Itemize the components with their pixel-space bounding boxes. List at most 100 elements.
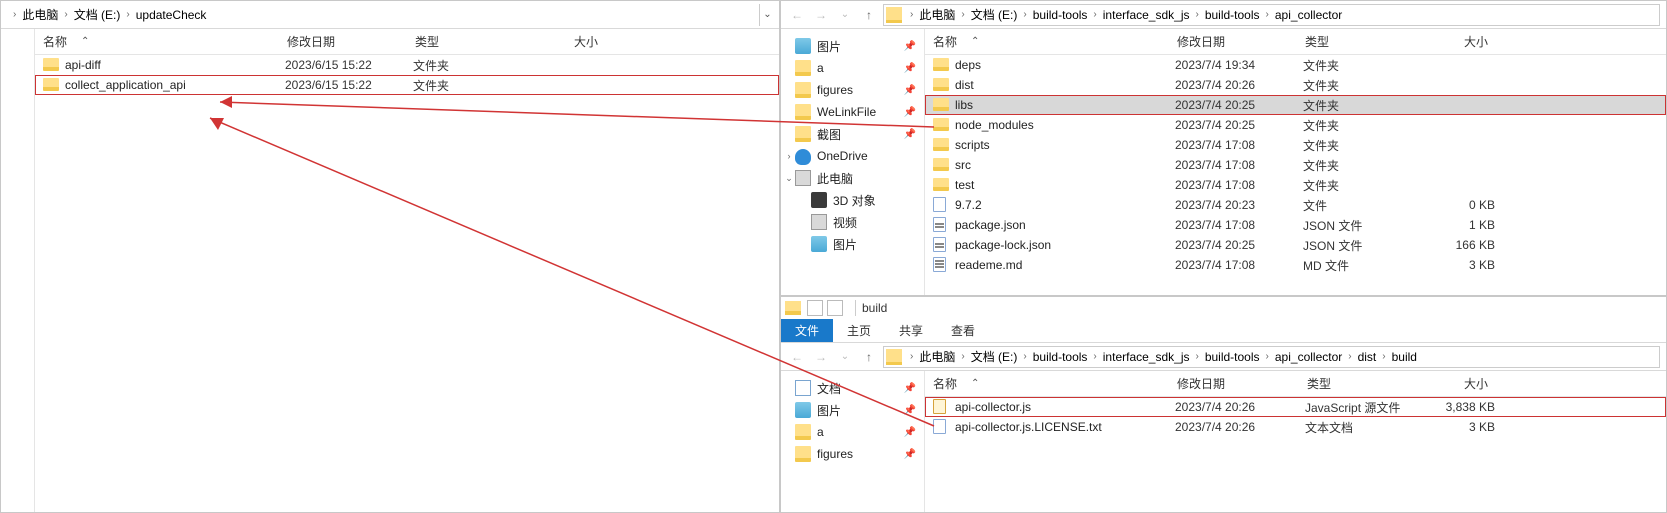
column-header-name[interactable]: 名称 ⌃ [925,371,1169,396]
nav-forward-button[interactable]: → [809,3,833,27]
breadcrumb-segment[interactable]: 此电脑 [20,6,60,23]
chevron-right-icon: › [957,351,968,362]
tree-item-label: 3D 对象 [833,192,876,209]
nav-back-button[interactable]: ← [785,3,809,27]
column-header-name[interactable]: 名称 ⌃ [35,29,279,54]
file-row[interactable]: 9.7.22023/7/4 20:23文件0 KB [925,195,1666,215]
address-bar: › 此电脑 › 文档 (E:) › updateCheck ⌄ [1,1,779,29]
nav-recent-button[interactable]: ⌄ [833,3,857,27]
title-bar: build [781,297,1666,319]
breadcrumb-segment[interactable]: 文档 (E:) [969,348,1020,365]
breadcrumb-segment[interactable]: build [1390,350,1419,364]
breadcrumb-segment[interactable]: updateCheck [134,8,209,22]
breadcrumb-segment[interactable]: api_collector [1273,350,1344,364]
file-row[interactable]: libs2023/7/4 20:25文件夹 [925,95,1666,115]
breadcrumb-segment[interactable]: 文档 (E:) [72,6,123,23]
folder-icon [933,97,949,113]
column-header-size[interactable]: 大小 [1407,29,1497,54]
file-date: 2023/7/4 20:25 [1175,118,1303,132]
file-row[interactable]: reademe.md2023/7/4 17:08MD 文件3 KB [925,255,1666,275]
qat-button[interactable] [807,300,823,316]
file-row[interactable]: node_modules2023/7/4 20:25文件夹 [925,115,1666,135]
tree-item[interactable]: ›OneDrive [781,145,924,167]
tree-item[interactable]: 3D 对象 [781,189,924,211]
breadcrumb-segment[interactable]: build-tools [1203,350,1262,364]
nav-forward-button[interactable]: → [809,345,833,369]
file-type: 文件夹 [413,77,523,94]
chevron-right-icon: › [1262,9,1273,20]
breadcrumb-segment[interactable]: interface_sdk_js [1101,8,1192,22]
tree-item[interactable]: 视频 [781,211,924,233]
column-header-size[interactable]: 大小 [517,29,607,54]
ribbon-tab-view[interactable]: 查看 [937,319,989,342]
breadcrumb-segment[interactable]: dist [1356,350,1379,364]
file-row[interactable]: package.json2023/7/4 17:08JSON 文件1 KB [925,215,1666,235]
file-row[interactable]: api-diff2023/6/15 15:22文件夹 [35,55,779,75]
breadcrumb-segment[interactable]: build-tools [1203,8,1262,22]
breadcrumb-segment[interactable]: build-tools [1031,8,1090,22]
tree-item[interactable]: WeLinkFile📌 [781,101,924,123]
column-header-type[interactable]: 类型 [407,29,517,54]
file-type: 文件 [1303,197,1413,214]
file-row[interactable]: deps2023/7/4 19:34文件夹 [925,55,1666,75]
tree-item[interactable]: 图片📌 [781,35,924,57]
breadcrumb-segment[interactable]: interface_sdk_js [1101,350,1192,364]
column-header-date[interactable]: 修改日期 [1169,371,1299,396]
address-bar: ← → ⌄ ↑ › 此电脑 › 文档 (E:) › build-tools › … [781,343,1666,371]
breadcrumb-segment[interactable]: 此电脑 [917,348,957,365]
folder-icon [933,117,949,133]
file-row[interactable]: scripts2023/7/4 17:08文件夹 [925,135,1666,155]
tree-item[interactable]: 文档📌 [781,377,924,399]
file-row[interactable]: package-lock.json2023/7/4 20:25JSON 文件16… [925,235,1666,255]
tree-item[interactable]: 图片📌 [781,399,924,421]
file-name: api-collector.js.LICENSE.txt [955,420,1175,434]
column-header-name[interactable]: 名称 ⌃ [925,29,1169,54]
separator [855,300,856,316]
breadcrumb-bar[interactable]: › 此电脑 › 文档 (E:) › build-tools › interfac… [883,4,1660,26]
nav-recent-button[interactable]: ⌄ [833,345,857,369]
address-dropdown-button[interactable]: ⌄ [759,4,775,26]
column-header-type[interactable]: 类型 [1299,371,1417,396]
file-date: 2023/7/4 17:08 [1175,178,1303,192]
file-row[interactable]: collect_application_api2023/6/15 15:22文件… [35,75,779,95]
explorer-window-bottom-right: build 文件 主页 共享 查看 ← → ⌄ ↑ › 此电脑 › 文档 (E:… [780,296,1667,513]
breadcrumb-bar[interactable]: › 此电脑 › 文档 (E:) › updateCheck [7,4,757,26]
pin-icon: 📌 [904,427,916,438]
breadcrumb-segment[interactable]: build-tools [1031,350,1090,364]
expander-icon[interactable]: › [783,151,795,161]
nav-up-button[interactable]: ↑ [857,345,881,369]
file-row[interactable]: test2023/7/4 17:08文件夹 [925,175,1666,195]
tree-item[interactable]: 图片 [781,233,924,255]
tree-item[interactable]: figures📌 [781,79,924,101]
breadcrumb-segment[interactable]: api_collector [1273,8,1344,22]
tree-item[interactable]: 截图📌 [781,123,924,145]
file-type: 文件夹 [1303,137,1413,154]
tree-item[interactable]: a📌 [781,57,924,79]
column-headers: 名称 ⌃ 修改日期 类型 大小 [925,371,1666,397]
nav-up-button[interactable]: ↑ [857,3,881,27]
column-header-date[interactable]: 修改日期 [279,29,407,54]
file-row[interactable]: dist2023/7/4 20:26文件夹 [925,75,1666,95]
column-header-date[interactable]: 修改日期 [1169,29,1297,54]
qat-button[interactable] [827,300,843,316]
nav-back-button[interactable]: ← [785,345,809,369]
folder-icon [886,349,902,365]
breadcrumb-segment[interactable]: 文档 (E:) [969,6,1020,23]
breadcrumb-segment[interactable]: 此电脑 [917,6,957,23]
tree-item[interactable]: ⌄此电脑 [781,167,924,189]
file-icon [933,419,949,435]
file-row[interactable]: api-collector.js.LICENSE.txt2023/7/4 20:… [925,417,1666,437]
file-row[interactable]: src2023/7/4 17:08文件夹 [925,155,1666,175]
ribbon-tab-home[interactable]: 主页 [833,319,885,342]
tree-item[interactable]: figures📌 [781,443,924,465]
ribbon-tab-share[interactable]: 共享 [885,319,937,342]
column-header-type[interactable]: 类型 [1297,29,1407,54]
file-name: reademe.md [955,258,1175,272]
file-row[interactable]: api-collector.js2023/7/4 20:26JavaScript… [925,397,1666,417]
column-header-size[interactable]: 大小 [1417,371,1497,396]
folder-icon [795,60,811,76]
expander-icon[interactable]: ⌄ [783,173,795,184]
breadcrumb-bar[interactable]: › 此电脑 › 文档 (E:) › build-tools › interfac… [883,346,1660,368]
ribbon-tab-file[interactable]: 文件 [781,319,833,342]
tree-item[interactable]: a📌 [781,421,924,443]
